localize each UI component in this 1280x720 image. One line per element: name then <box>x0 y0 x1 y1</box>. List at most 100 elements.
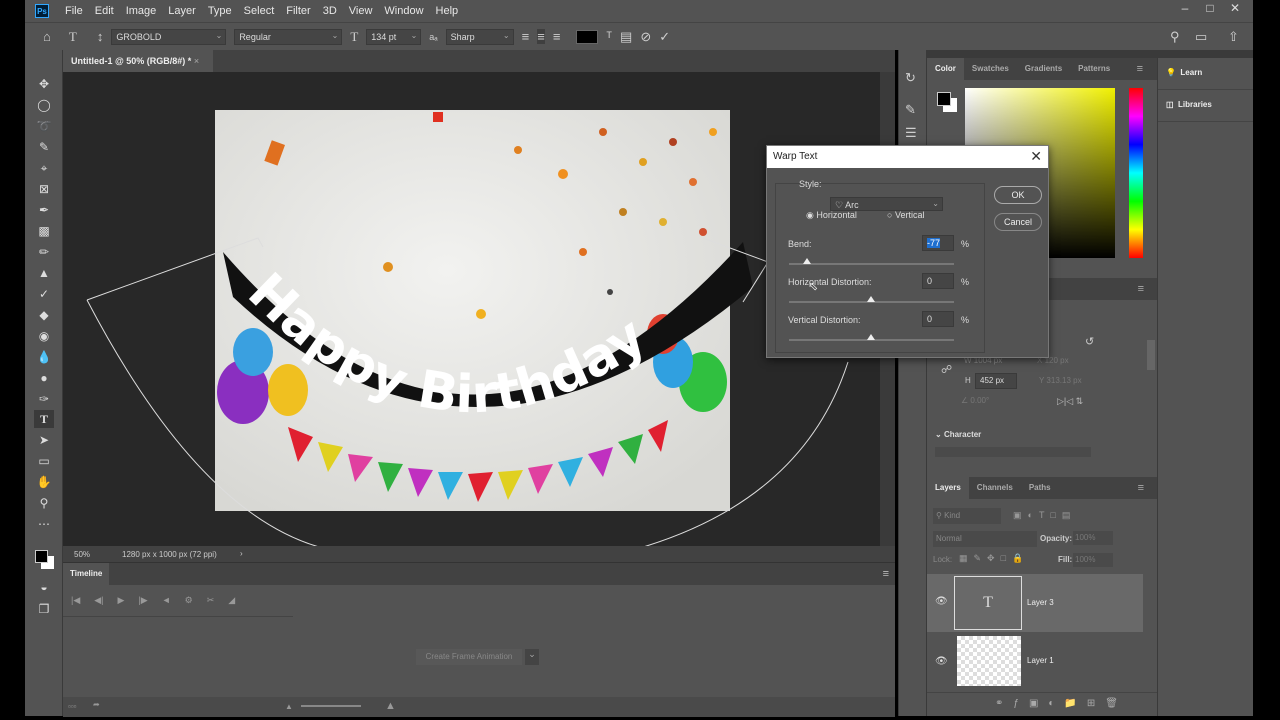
workspace-icon[interactable]: ▭ <box>1195 29 1207 45</box>
lasso-tool-icon[interactable]: ➰ <box>34 117 54 135</box>
tab-gradients[interactable]: Gradients <box>1017 58 1070 80</box>
tab-patterns[interactable]: Patterns <box>1070 58 1118 80</box>
font-style-select[interactable]: Regular ⌄ <box>234 28 343 45</box>
close-window-button[interactable]: ✕ <box>1222 0 1248 18</box>
visibility-eye-icon[interactable]: 👁 <box>935 596 948 607</box>
history-icon[interactable]: ↻ <box>905 70 916 86</box>
brush-tool-icon[interactable]: ✏ <box>34 243 54 261</box>
paint-bucket-icon[interactable]: ◉ <box>34 327 54 345</box>
more-tools-icon[interactable]: ⋯ <box>34 515 54 533</box>
quick-mask-icon[interactable]: ◒ <box>34 578 54 596</box>
prev-frame-icon[interactable]: ◀| <box>94 595 103 606</box>
align-right-icon[interactable]: ≡ <box>553 29 561 44</box>
zoom-tool-icon[interactable]: ⚲ <box>34 494 54 512</box>
lock-icons[interactable]: ▦✎✥□🔒 <box>959 553 1029 564</box>
menu-layer[interactable]: Layer <box>162 5 202 17</box>
y-field[interactable]: Y 313.13 px <box>1039 376 1082 385</box>
close-icon[interactable]: ✕ <box>1030 148 1042 165</box>
history-brush-icon[interactable]: ✓ <box>34 285 54 303</box>
maximize-button[interactable]: □ <box>1197 0 1223 18</box>
layers-footer-icons[interactable]: ⚭ƒ▣◐📁⊞🗑 <box>927 692 1158 716</box>
zoom-in-icon[interactable]: ▲ <box>385 700 396 712</box>
layer-filter-icons[interactable]: ▣◐T□▤ <box>1013 510 1076 521</box>
menu-window[interactable]: Window <box>378 5 429 17</box>
menu-image[interactable]: Image <box>120 5 163 17</box>
type-tool-icon[interactable]: T <box>34 410 54 428</box>
menu-view[interactable]: View <box>343 5 379 17</box>
flip-icons[interactable]: ▷|◁ ⇅ <box>1057 396 1083 407</box>
close-tab-icon[interactable]: × <box>194 56 199 66</box>
font-family-select[interactable]: GROBOLD ⌄ <box>111 28 227 45</box>
rectangle-tool-icon[interactable]: ▭ <box>34 452 54 470</box>
layer-row[interactable]: 👁 Layer 1 <box>927 634 1143 692</box>
horizontal-distortion-slider[interactable] <box>789 296 954 303</box>
adjustments-icon[interactable]: ☰ <box>905 125 917 141</box>
tab-swatches[interactable]: Swatches <box>964 58 1017 80</box>
home-icon[interactable]: ⌂ <box>43 29 51 44</box>
screen-mode-icon[interactable]: ❐ <box>34 600 54 618</box>
menu-file[interactable]: File <box>59 5 89 17</box>
bend-input[interactable]: -77 <box>922 235 954 251</box>
type-tool-icon[interactable]: T <box>69 29 77 45</box>
canvas-area[interactable]: Happy Birthday <box>63 72 880 546</box>
settings-icon[interactable]: ⚙ <box>185 595 193 606</box>
hue-slider[interactable] <box>1129 88 1143 258</box>
slider-thumb[interactable] <box>803 258 811 264</box>
anti-alias-select[interactable]: Sharp ⌄ <box>445 28 514 45</box>
share-icon[interactable]: ⇧ <box>1228 29 1239 45</box>
next-frame-icon[interactable]: |▶ <box>138 595 147 606</box>
layer-row[interactable]: 👁 T Layer 3 <box>927 574 1143 632</box>
render-icon[interactable]: ➦ <box>93 700 100 709</box>
layer-name[interactable]: Layer 1 <box>1027 656 1054 665</box>
minimize-button[interactable]: – <box>1172 0 1198 18</box>
panel-menu-icon[interactable]: ≡ <box>1130 477 1152 499</box>
opacity-field[interactable]: 100% <box>1073 531 1113 545</box>
animation-type-dropdown[interactable]: ⌄ <box>525 649 539 665</box>
dodge-tool-icon[interactable]: ● <box>34 369 54 387</box>
search-icon[interactable]: ⚲ <box>1170 29 1180 45</box>
frame-tool-icon[interactable]: ⊠ <box>34 180 54 198</box>
bend-slider[interactable] <box>789 258 954 265</box>
menu-filter[interactable]: Filter <box>280 5 316 17</box>
commit-check-icon[interactable]: ✓ <box>659 29 670 45</box>
vertical-distortion-slider[interactable] <box>789 334 954 341</box>
blur-tool-icon[interactable]: 💧 <box>34 348 54 366</box>
menu-type[interactable]: Type <box>202 5 238 17</box>
foreground-color-swatch[interactable] <box>35 550 48 563</box>
document-tab[interactable]: Untitled-1 @ 50% (RGB/8#) * × <box>63 50 213 72</box>
slider-thumb[interactable] <box>867 296 875 302</box>
transition-icon[interactable]: ◢ <box>228 595 235 606</box>
menu-edit[interactable]: Edit <box>89 5 120 17</box>
panel-menu-icon[interactable]: ≡ <box>1129 58 1151 80</box>
toggle-orientation-icon[interactable]: ↕ <box>97 29 104 44</box>
cancel-button[interactable]: Cancel <box>994 213 1042 231</box>
layer-kind-filter[interactable]: ⚲ Kind <box>933 508 1001 524</box>
hand-tool-icon[interactable]: ✋ <box>34 473 54 491</box>
path-select-icon[interactable]: ➤ <box>34 431 54 449</box>
text-color-swatch[interactable] <box>576 29 599 44</box>
timeline-zoom-slider[interactable] <box>301 705 361 707</box>
frames-icon[interactable]: ▫▫▫ <box>68 702 77 711</box>
warp-text-icon[interactable]: ᵀ <box>606 29 612 44</box>
color-foreground[interactable] <box>937 92 951 106</box>
menu-help[interactable]: Help <box>430 5 465 17</box>
create-frame-animation-button[interactable]: Create Frame Animation <box>416 649 522 665</box>
tab-paths[interactable]: Paths <box>1021 477 1059 499</box>
menu-select[interactable]: Select <box>238 5 281 17</box>
reset-icon[interactable]: ↺ <box>1085 335 1094 348</box>
slider-thumb[interactable] <box>867 334 875 340</box>
move-tool-icon[interactable]: ✥ <box>34 75 54 93</box>
fill-field[interactable]: 100% <box>1073 553 1113 567</box>
character-section[interactable]: ⌄ Character <box>935 430 981 439</box>
link-icon[interactable]: ☍ <box>941 363 952 376</box>
tab-layers[interactable]: Layers <box>927 477 969 499</box>
menu-3d[interactable]: 3D <box>317 5 343 17</box>
first-frame-icon[interactable]: |◀ <box>71 595 80 606</box>
libraries-item[interactable]: ◫ Libraries <box>1158 90 1253 122</box>
blend-mode-select[interactable]: Normal <box>933 531 1037 547</box>
stamp-tool-icon[interactable]: ▲ <box>34 264 54 282</box>
radio-horizontal[interactable]: ◉ Horizontal <box>806 210 857 221</box>
visibility-eye-icon[interactable]: 👁 <box>935 656 948 667</box>
marquee-tool-icon[interactable]: ◯ <box>34 96 54 114</box>
properties-scrollbar[interactable] <box>1147 340 1155 370</box>
